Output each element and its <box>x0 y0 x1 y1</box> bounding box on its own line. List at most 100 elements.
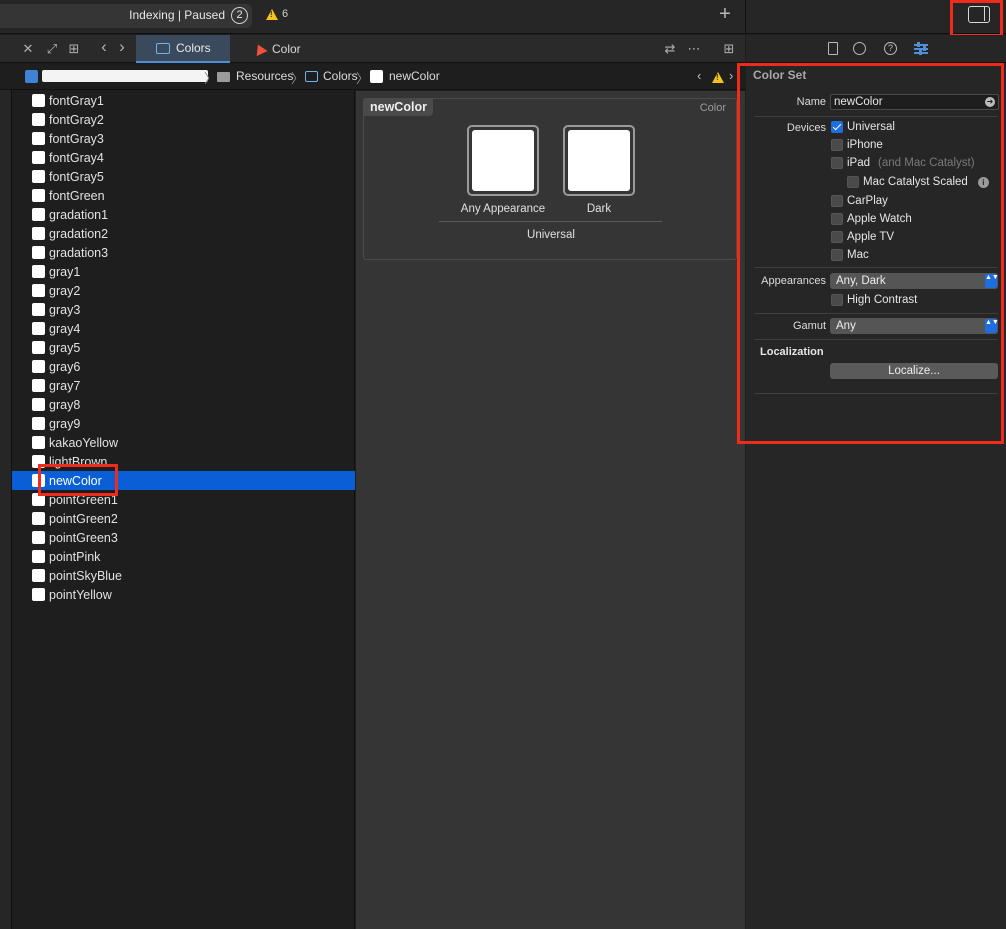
device-mac[interactable]: Mac <box>831 249 869 261</box>
checkbox[interactable] <box>831 139 843 151</box>
asset-row[interactable]: gray2 <box>12 281 355 300</box>
grid-icon[interactable]: ⊞ <box>66 41 82 56</box>
checkbox[interactable] <box>831 157 843 169</box>
back-icon[interactable]: ‹ <box>96 38 112 55</box>
asset-row[interactable]: gray3 <box>12 300 355 319</box>
device-universal[interactable]: Universal <box>831 121 895 133</box>
asset-row[interactable]: gradation2 <box>12 224 355 243</box>
split-editor-icon[interactable]: ⊞ <box>721 41 737 56</box>
asset-name: lightBrown <box>49 454 108 469</box>
asset-row[interactable]: gray9 <box>12 414 355 433</box>
asset-row[interactable]: pointGreen2 <box>12 509 355 528</box>
device-mac-catalyst-scaled[interactable]: Mac Catalyst Scaled i <box>847 176 989 188</box>
color-swatch-icon <box>32 170 45 183</box>
checkbox[interactable] <box>831 195 843 207</box>
asset-row[interactable]: pointYellow <box>12 585 355 604</box>
asset-row[interactable]: gradation1 <box>12 205 355 224</box>
asset-row[interactable]: pointGreen1 <box>12 490 355 509</box>
device-apple-tv[interactable]: Apple TV <box>831 231 894 243</box>
localize-button[interactable]: Localize... <box>830 363 998 379</box>
asset-row[interactable]: fontGray5 <box>12 167 355 186</box>
color-well-dark[interactable] <box>563 125 635 196</box>
device-apple-watch[interactable]: Apple Watch <box>831 213 912 225</box>
file-inspector-icon[interactable] <box>828 42 838 55</box>
forward-icon[interactable]: › <box>114 38 130 55</box>
color-swatch-icon <box>32 512 45 525</box>
history-inspector-icon[interactable] <box>853 42 866 55</box>
asset-row[interactable]: pointSkyBlue <box>12 566 355 585</box>
asset-catalog-icon <box>305 71 318 82</box>
inspector-toggle-icon[interactable] <box>968 6 990 23</box>
asset-row[interactable]: gray7 <box>12 376 355 395</box>
asset-name: gray7 <box>49 378 81 393</box>
asset-row[interactable]: fontGray2 <box>12 110 355 129</box>
next-issue-icon[interactable]: › <box>729 68 733 83</box>
asset-row[interactable]: kakaoYellow <box>12 433 355 452</box>
add-button[interactable]: + <box>716 4 734 26</box>
divider <box>754 339 998 340</box>
high-contrast[interactable]: High Contrast <box>831 294 917 306</box>
checkbox[interactable] <box>831 249 843 261</box>
gamut-popup[interactable]: Any ▲▼ <box>830 318 999 334</box>
asset-row[interactable]: gray4 <box>12 319 355 338</box>
name-field[interactable]: newColor ➜ <box>830 94 999 110</box>
attributes-inspector-icon[interactable] <box>914 42 928 56</box>
more-icon[interactable]: ⋯ <box>686 41 702 56</box>
asset-row-selected[interactable]: newColor <box>12 471 355 490</box>
activity-status[interactable]: Indexing | Paused 2 <box>0 4 252 28</box>
asset-row[interactable]: gray5 <box>12 338 355 357</box>
path-separator: 〉 <box>291 71 305 86</box>
toolbar-divider <box>745 0 746 34</box>
tab-colors[interactable]: Colors <box>136 35 230 63</box>
asset-row[interactable]: fontGray1 <box>12 91 355 110</box>
swap-icon[interactable]: ⇄ <box>662 41 678 56</box>
jumpbar-item-colors[interactable]: Colors <box>323 69 358 83</box>
go-arrow-icon[interactable]: ➜ <box>985 97 995 107</box>
asset-name: fontGray3 <box>49 131 104 146</box>
tab-color[interactable]: Color <box>231 35 325 63</box>
color-well-any[interactable] <box>467 125 539 196</box>
asset-row[interactable]: gradation3 <box>12 243 355 262</box>
jumpbar-item-newcolor[interactable]: newColor <box>389 69 440 83</box>
asset-name: pointSkyBlue <box>49 568 122 583</box>
checkbox[interactable] <box>831 231 843 243</box>
device-carplay[interactable]: CarPlay <box>831 195 888 207</box>
project-icon[interactable] <box>25 70 38 83</box>
device-ipad[interactable]: iPad (and Mac Catalyst) <box>831 157 975 169</box>
checkbox-label: Mac <box>847 249 869 261</box>
asset-row[interactable]: lightBrown <box>12 452 355 471</box>
asset-row[interactable]: gray1 <box>12 262 355 281</box>
path-separator: 〉 <box>356 71 370 86</box>
checkbox[interactable] <box>831 294 843 306</box>
warnings-indicator[interactable]: 6 <box>266 8 288 20</box>
jump-bar: 〉 Resources 〉 Colors 〉 newColor ‹ › <box>0 64 745 90</box>
jumpbar-item-resources[interactable]: Resources <box>236 69 293 83</box>
asset-name: gradation2 <box>49 226 109 241</box>
color-set-title: newColor <box>364 98 433 116</box>
asset-row[interactable]: fontGray4 <box>12 148 355 167</box>
warning-icon[interactable] <box>712 72 724 83</box>
checkbox[interactable] <box>831 213 843 225</box>
status-text: Indexing | Paused <box>129 8 225 22</box>
info-icon[interactable]: i <box>977 176 989 188</box>
expand-icon[interactable]: ⤢ <box>44 41 60 56</box>
asset-row[interactable]: pointGreen3 <box>12 528 355 547</box>
asset-name: gray8 <box>49 397 81 412</box>
asset-name: gray6 <box>49 359 81 374</box>
help-inspector-icon[interactable]: ? <box>884 42 897 55</box>
color-swatch-icon <box>32 569 45 582</box>
appearances-popup[interactable]: Any, Dark ▲▼ <box>830 273 999 289</box>
checkbox[interactable] <box>847 176 859 188</box>
device-iphone[interactable]: iPhone <box>831 139 883 151</box>
gamut-label: Gamut <box>792 320 826 332</box>
asset-row[interactable]: fontGray3 <box>12 129 355 148</box>
asset-row[interactable]: fontGreen <box>12 186 355 205</box>
asset-row[interactable]: gray8 <box>12 395 355 414</box>
asset-name: newColor <box>49 473 102 488</box>
checkbox[interactable] <box>831 121 843 133</box>
close-icon[interactable]: ✕ <box>20 41 36 56</box>
asset-row[interactable]: gray6 <box>12 357 355 376</box>
previous-issue-icon[interactable]: ‹ <box>697 68 701 83</box>
checkbox-label: iPad <box>847 157 871 169</box>
asset-row[interactable]: pointPink <box>12 547 355 566</box>
